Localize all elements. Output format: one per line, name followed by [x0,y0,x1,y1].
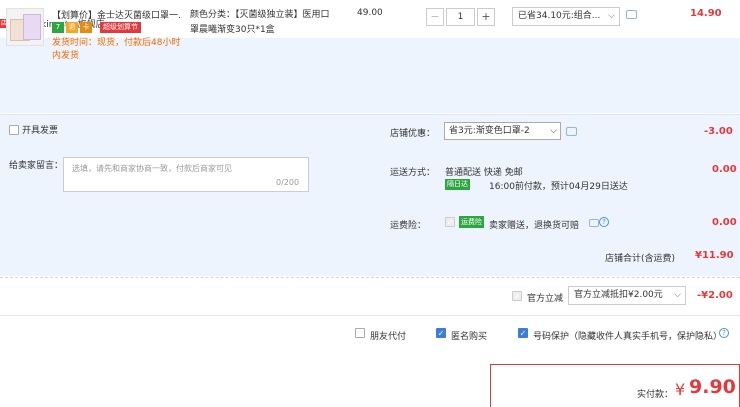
invoice-option[interactable]: 开具发票 [9,123,58,136]
product-title[interactable]: 【划算价】金士达灭菌级口罩一... [52,8,182,21]
phone-protect-label: 号码保护（隐藏收件人真实手机号，保护隐私） [533,332,723,342]
invoice-label: 开具发票 [22,126,59,136]
message-placeholder: 选填，请先和商家协商一致，付款后商家可见 [72,164,232,173]
insurance-badge: 运费险 [459,216,484,228]
store-discount-amount: -3.00 [704,126,733,137]
final-total-value: 9.90 [689,376,736,398]
anonymous-checkbox[interactable] [436,328,446,338]
final-currency: ¥ [675,380,686,399]
phone-protect-checkbox[interactable] [518,328,528,338]
quantity-plus-button[interactable]: + [477,8,495,26]
chat-icon[interactable] [589,219,599,227]
product-thumbnail[interactable] [6,8,44,46]
next-day-badge: 隔日达 [445,179,470,190]
quantity-minus-button[interactable]: − [426,8,444,26]
friend-pay-label: 朋友代付 [370,332,407,342]
invoice-checkbox[interactable] [9,124,19,135]
store-total-value: ¥11.90 [695,250,734,261]
official-discount-amount: -¥2.00 [697,290,733,301]
delivery-label: 运送方式： [390,168,436,178]
store-discount-label: 店铺优惠： [390,129,436,139]
product-spec: 颜色分类：【灭菌级独立装】医用口罩晨曦渐变30只*1盒 [190,10,330,35]
chevron-down-icon: ⌵ [674,290,681,300]
item-subtotal: 14.90 [690,8,722,19]
message-label: 给卖家留言： [9,161,64,171]
ship-time: 发货时间：现货，付款后48小时内发货 [52,38,181,61]
official-discount-select[interactable]: 官方立减抵扣¥2.00元 ⌵ [568,286,686,305]
seven-day-return-icon: 7 [52,22,64,33]
official-discount-value: 官方立减抵扣¥2.00元 [574,290,663,300]
card-icon: 卡 [80,22,92,33]
final-total-label: 实付款： [637,390,674,400]
delivery-eta: 16:00前付款，预计04月29日送达 [489,182,628,192]
insurance-amount: 0.00 [712,217,737,228]
super-deal-badge: 超级划算节 [100,22,141,33]
chat-icon[interactable] [566,127,577,136]
insurance-checkbox [445,217,455,227]
delivery-method: 普通配送 快递 免邮 [445,168,523,178]
chevron-down-icon: ⌵ [608,11,615,21]
help-icon[interactable]: ? [599,217,609,227]
anonymous-label: 匿名购买 [451,332,488,342]
quantity-input[interactable]: 1 [446,8,475,26]
help-icon[interactable]: ? [719,328,729,338]
return-icon: 退 [66,22,78,33]
friend-pay-checkbox[interactable] [355,328,365,338]
official-discount-label: 官方立减 [527,294,564,304]
delivery-fee: 0.00 [712,164,737,175]
product-tags: 7 退 卡 超级划算节 [52,22,141,33]
official-discount-checkbox[interactable] [512,291,522,301]
chevron-down-icon: ⌵ [550,126,557,136]
chat-icon[interactable] [626,10,637,19]
divider [0,315,740,316]
store-discount-value: 省3元:渐变色口罩-2 [449,126,530,136]
promo-select[interactable]: 已省34.10元:组合... ⌵ [512,7,620,26]
store-discount-select[interactable]: 省3元:渐变色口罩-2 ⌵ [444,122,561,140]
divider [0,277,740,278]
promo-select-value: 已省34.10元:组合... [518,11,601,21]
insurance-description: 卖家赠送，退换货可赔 [489,221,580,231]
unit-price: 49.00 [357,8,383,18]
shipping-insurance-label: 运费险： [390,221,427,231]
store-total-label: 店铺合计(含运费) [605,254,676,264]
message-char-count: 0/200 [276,178,300,187]
